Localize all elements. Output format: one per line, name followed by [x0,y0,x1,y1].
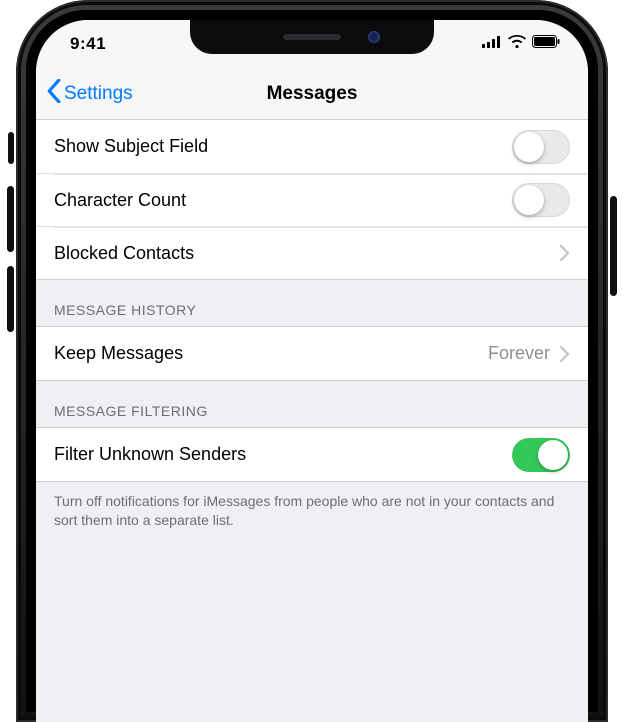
toggle-character-count[interactable] [512,183,570,217]
page-title: Messages [267,83,358,105]
section-footer-filtering: Turn off notifications for iMessages fro… [36,482,588,546]
row-blocked-contacts[interactable]: Blocked Contacts [36,226,588,279]
notch [190,20,434,54]
nav-bar: Settings Messages [36,68,588,120]
row-label: Keep Messages [54,343,183,364]
volume-down-button [7,266,14,332]
row-label: Character Count [54,190,186,211]
power-button [610,196,617,296]
battery-icon [532,35,560,53]
chevron-right-icon [560,245,570,261]
row-value: Forever [488,343,550,364]
cellular-icon [482,35,502,53]
speaker-grille [283,34,341,40]
wifi-icon [508,35,526,53]
row-label: Blocked Contacts [54,243,194,264]
row-character-count[interactable]: Character Count [36,173,588,226]
phone-frame: 9:41 [16,0,608,722]
front-camera [368,31,380,43]
row-keep-messages[interactable]: Keep Messages Forever [36,327,588,380]
row-filter-unknown-senders[interactable]: Filter Unknown Senders [36,428,588,481]
settings-group-general: Show Subject Field Character Count Block… [36,120,588,280]
toggle-show-subject-field[interactable] [512,130,570,164]
back-button[interactable]: Settings [46,68,133,119]
section-header-history: MESSAGE HISTORY [36,280,588,326]
settings-group-history: Keep Messages Forever [36,326,588,381]
row-show-subject-field[interactable]: Show Subject Field [36,120,588,173]
row-label: Show Subject Field [54,136,208,157]
status-icons [482,35,560,53]
status-time: 9:41 [70,34,106,54]
chevron-left-icon [46,79,62,109]
mute-switch [8,132,14,164]
settings-group-filtering: Filter Unknown Senders [36,427,588,482]
back-label: Settings [64,83,133,105]
volume-up-button [7,186,14,252]
section-header-filtering: MESSAGE FILTERING [36,381,588,427]
row-label: Filter Unknown Senders [54,444,246,465]
screen: 9:41 [36,20,588,722]
chevron-right-icon [560,346,570,362]
toggle-filter-unknown-senders[interactable] [512,438,570,472]
